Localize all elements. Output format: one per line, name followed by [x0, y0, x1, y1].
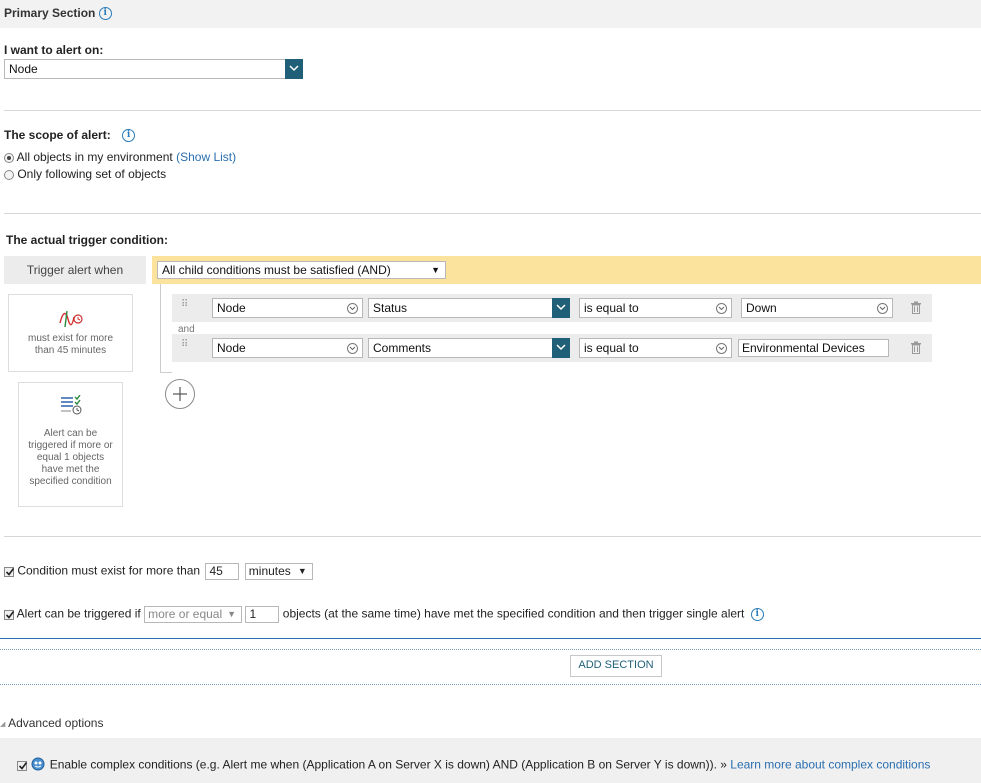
alert-on-label: I want to alert on: [4, 43, 104, 57]
triangle-down-icon: ▼ [431, 265, 440, 275]
condition-field-select[interactable]: Status [368, 298, 570, 318]
triangle-down-icon: ▼ [297, 566, 307, 576]
primary-section-label: Primary Section [4, 6, 96, 20]
condition-field-select[interactable]: Comments [368, 338, 570, 358]
trigger-mode-value: All child conditions must be satisfied (… [162, 263, 391, 277]
drag-handle-icon[interactable]: ⠿ [181, 300, 188, 310]
scope-option-all-label: All objects in my environment [16, 150, 173, 164]
chevron-circle-down-icon[interactable] [716, 343, 727, 354]
chevron-down-icon[interactable] [552, 298, 570, 318]
condition-exist-label: Condition must exist for more than [17, 563, 201, 578]
divider [4, 110, 981, 111]
triangle-expand-icon: ◢ [0, 720, 6, 728]
condition-field-value: Status [373, 301, 408, 315]
divider [4, 536, 981, 537]
drag-handle-icon[interactable]: ⠿ [181, 340, 188, 350]
time-condition-card: must exist for more than 45 minutes [8, 294, 133, 372]
chevron-circle-down-icon[interactable] [347, 343, 358, 354]
condition-object-select[interactable]: Node [212, 298, 363, 318]
radio-selected-icon[interactable] [4, 152, 14, 163]
info-icon[interactable]: i [122, 129, 136, 143]
add-condition-button[interactable] [165, 379, 195, 409]
plus-icon [173, 387, 187, 401]
trash-icon[interactable] [910, 341, 922, 357]
trigger-mode-select[interactable]: All child conditions must be satisfied (… [157, 261, 446, 279]
complex-conditions-icon [30, 757, 46, 774]
advanced-options-label: Advanced options [8, 716, 104, 730]
object-count-text: Alert can be triggered if more or equal … [28, 428, 113, 487]
condition-exist-row: Condition must exist for more than 45 mi… [4, 563, 313, 580]
condition-operator-value: is equal to [584, 301, 639, 315]
primary-section-title: Primary Section i [4, 6, 112, 21]
list-check-icon [19, 394, 122, 419]
tree-line [160, 372, 172, 373]
alert-on-value: Node [9, 62, 38, 76]
dotted-divider [0, 684, 981, 685]
advanced-options-toggle[interactable]: ◢ Advanced options [0, 716, 103, 730]
divider [4, 213, 981, 214]
condition-value-select[interactable]: Down [741, 298, 893, 318]
scope-option-some-label: Only following set of objects [17, 167, 167, 181]
time-wave-icon [9, 309, 132, 329]
alert-trigger-mode-value: more or equal [148, 607, 223, 621]
condition-exist-minutes-input[interactable]: 45 [205, 563, 240, 580]
dotted-divider [0, 649, 981, 650]
object-count-card: Alert can be triggered if more or equal … [18, 382, 123, 507]
info-icon[interactable]: i [750, 608, 764, 621]
chevron-circle-down-icon[interactable] [877, 303, 888, 314]
condition-object-select[interactable]: Node [212, 338, 363, 358]
alert-trigger-suffix: objects (at the same time) have met the … [282, 606, 745, 621]
scope-option-some[interactable]: Only following set of objects [4, 167, 166, 181]
condition-field-value: Comments [373, 341, 432, 355]
alert-trigger-row: Alert can be triggered if more or equal ▼… [4, 606, 764, 623]
alert-trigger-count-input[interactable]: 1 [245, 606, 280, 623]
chevron-down-icon[interactable] [285, 59, 303, 79]
trigger-alert-when-label: Trigger alert when [4, 256, 146, 284]
chevron-circle-down-icon[interactable] [716, 303, 727, 314]
show-list-link[interactable]: (Show List) [176, 150, 236, 164]
section-divider [0, 638, 981, 639]
chevron-down-icon[interactable] [552, 338, 570, 358]
add-section-button[interactable]: ADD SECTION [570, 655, 662, 677]
scope-option-all[interactable]: All objects in my environment (Show List… [4, 150, 236, 164]
info-icon[interactable]: i [98, 7, 112, 21]
triangle-down-icon: ▼ [227, 609, 237, 619]
radio-unselected-icon[interactable] [4, 169, 14, 180]
condition-operator-value: is equal to [584, 341, 639, 355]
trash-icon[interactable] [910, 301, 922, 317]
chevron-circle-down-icon[interactable] [347, 303, 358, 314]
alert-on-select[interactable]: Node [4, 59, 303, 79]
condition-operator-select[interactable]: is equal to [579, 338, 732, 358]
complex-conditions-row: Enable complex conditions (e.g. Alert me… [17, 757, 930, 774]
checkbox-checked-icon[interactable] [4, 566, 15, 577]
trigger-condition-label: The actual trigger condition: [6, 233, 169, 247]
condition-value: Down [746, 301, 777, 315]
learn-more-complex-link[interactable]: Learn more about complex conditions [730, 758, 930, 772]
condition-object-value: Node [217, 341, 246, 355]
checkbox-checked-icon[interactable] [4, 609, 15, 620]
time-condition-text: must exist for more than 45 minutes [27, 333, 114, 356]
alert-trigger-prefix: Alert can be triggered if [16, 606, 141, 621]
condition-value-input[interactable]: Environmental Devices [738, 339, 889, 357]
scope-label: The scope of alert: [4, 128, 111, 142]
condition-exist-unit-select[interactable]: minutes ▼ [244, 563, 313, 580]
scope-title: The scope of alert: i [4, 128, 136, 143]
complex-conditions-text: Enable complex conditions (e.g. Alert me… [49, 757, 727, 772]
primary-section-header [0, 0, 981, 28]
checkbox-checked-icon[interactable] [17, 760, 28, 771]
condition-object-value: Node [217, 301, 246, 315]
alert-trigger-mode-select[interactable]: more or equal ▼ [144, 606, 243, 623]
tree-line [160, 284, 161, 372]
condition-operator-select[interactable]: is equal to [579, 298, 732, 318]
condition-exist-unit-value: minutes [248, 564, 291, 578]
